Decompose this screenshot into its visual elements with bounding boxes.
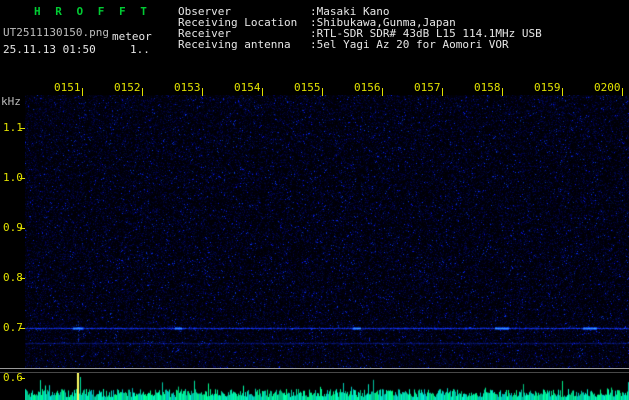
x-tick-mark	[82, 88, 83, 96]
x-tick-label: 0151	[54, 82, 81, 94]
y-axis-unit: kHz	[1, 96, 21, 108]
x-tick-label: 0156	[354, 82, 381, 94]
output-filename: UT2511130150.png	[3, 27, 109, 39]
page-counter: 1..	[130, 44, 150, 56]
y-tick-mark	[20, 228, 25, 229]
y-tick-mark	[20, 178, 25, 179]
app-title: H R O F F T	[34, 6, 151, 18]
x-tick-mark	[202, 88, 203, 96]
x-tick-mark	[322, 88, 323, 96]
separator-line-bottom	[0, 372, 629, 373]
info-value: :5el Yagi Az 20 for Aomori VOR	[310, 39, 509, 51]
mode-label: meteor	[112, 31, 152, 43]
x-tick-mark	[622, 88, 623, 96]
x-tick-label: 0154	[234, 82, 261, 94]
x-tick-mark	[262, 88, 263, 96]
separator-line-top	[0, 368, 629, 369]
hrofft-output: H R O F F T UT2511130150.png meteor 25.1…	[0, 0, 629, 400]
y-tick-mark	[20, 278, 25, 279]
x-tick-label: 0200	[594, 82, 621, 94]
y-tick-mark	[20, 328, 25, 329]
x-tick-label: 0152	[114, 82, 141, 94]
x-tick-mark	[442, 88, 443, 96]
spectrogram-canvas	[25, 95, 629, 368]
x-tick-label: 0153	[174, 82, 201, 94]
x-tick-label: 0158	[474, 82, 501, 94]
observation-datetime: 25.11.13 01:50	[3, 44, 96, 56]
x-tick-label: 0157	[414, 82, 441, 94]
x-tick-label: 0159	[534, 82, 561, 94]
x-tick-label: 0155	[294, 82, 321, 94]
y-tick-mark	[20, 128, 25, 129]
y-tick-mark	[20, 378, 25, 379]
info-label: Receiving antenna	[178, 39, 291, 51]
x-tick-mark	[142, 88, 143, 96]
signal-level-canvas	[25, 373, 629, 400]
x-tick-mark	[502, 88, 503, 96]
x-tick-mark	[382, 88, 383, 96]
x-tick-mark	[562, 88, 563, 96]
